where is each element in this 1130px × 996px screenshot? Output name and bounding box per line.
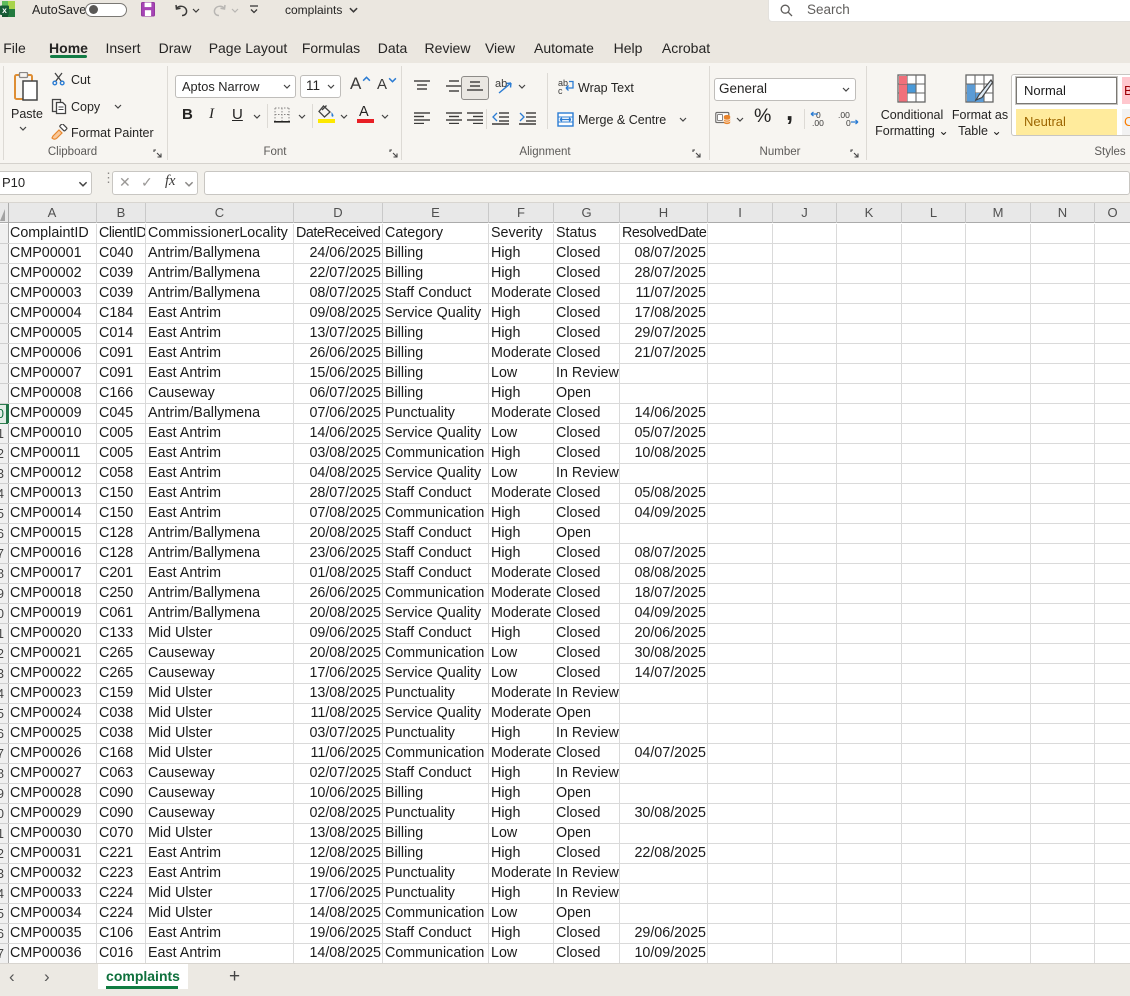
svg-text:x: x — [2, 5, 7, 15]
svg-text:.00: .00 — [812, 118, 824, 127]
svg-text:c: c — [558, 86, 563, 94]
svg-text:0: 0 — [846, 118, 851, 127]
